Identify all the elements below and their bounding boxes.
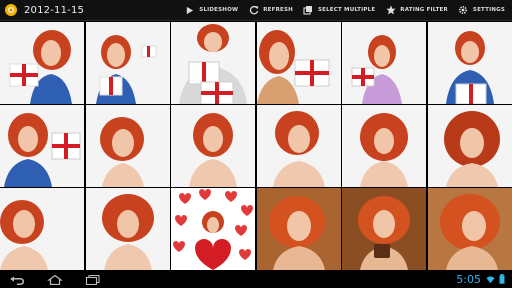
system-navigation-bar: 5:05: [0, 270, 512, 288]
photo-thumbnail[interactable]: [85, 188, 170, 270]
photo-thumbnail[interactable]: [171, 105, 256, 187]
refresh-button[interactable]: REFRESH: [243, 0, 298, 20]
back-button[interactable]: [8, 273, 26, 285]
select-multiple-button[interactable]: SELECT MULTIPLE: [298, 0, 380, 20]
slideshow-label: SLIDESHOW: [199, 7, 239, 13]
home-icon: [47, 270, 63, 288]
photo-thumbnail[interactable]: [342, 22, 427, 104]
refresh-label: REFRESH: [263, 7, 293, 13]
photo-thumbnail[interactable]: [85, 105, 170, 187]
photo-thumbnail[interactable]: [0, 22, 84, 104]
action-bar: 2012-11-15 SLIDESHOW REFRESH SELECT MULT…: [0, 0, 512, 21]
back-icon: [9, 270, 25, 288]
refresh-icon: [248, 5, 259, 16]
photo-thumbnail[interactable]: [256, 188, 341, 270]
photo-thumbnail[interactable]: [427, 188, 512, 270]
rating-filter-label: RATING FILTER: [400, 7, 448, 13]
status-area[interactable]: 5:05: [456, 273, 512, 286]
select-multiple-icon: [303, 5, 314, 16]
photo-thumbnail[interactable]: [342, 105, 427, 187]
settings-label: SETTINGS: [472, 7, 505, 13]
photo-thumbnail[interactable]: [342, 188, 427, 270]
play-icon: [184, 5, 195, 16]
photo-thumbnail[interactable]: [256, 105, 341, 187]
home-button[interactable]: [46, 273, 64, 285]
gear-icon: [458, 5, 469, 16]
recent-apps-icon: [85, 270, 101, 288]
photo-thumbnail[interactable]: [171, 188, 256, 270]
photo-thumbnail[interactable]: [171, 22, 256, 104]
recent-apps-button[interactable]: [84, 273, 102, 285]
rating-filter-button[interactable]: RATING FILTER: [380, 0, 453, 20]
settings-button[interactable]: SETTINGS: [453, 0, 510, 20]
photo-thumbnail[interactable]: [0, 105, 84, 187]
battery-icon: [497, 274, 506, 284]
star-icon: [385, 5, 396, 16]
select-multiple-label: SELECT MULTIPLE: [317, 7, 376, 13]
photo-thumbnail[interactable]: [427, 105, 512, 187]
clock: 5:05: [456, 272, 481, 286]
album-title: 2012-11-15: [24, 4, 85, 16]
photo-thumbnail[interactable]: [0, 188, 84, 270]
photo-thumbnail[interactable]: [85, 22, 170, 104]
wifi-icon: [486, 274, 495, 284]
app-icon[interactable]: [4, 3, 18, 17]
photo-thumbnail[interactable]: [256, 22, 341, 104]
photo-thumbnail[interactable]: [427, 22, 512, 104]
photo-grid: [0, 22, 512, 270]
slideshow-button[interactable]: SLIDESHOW: [179, 0, 243, 20]
